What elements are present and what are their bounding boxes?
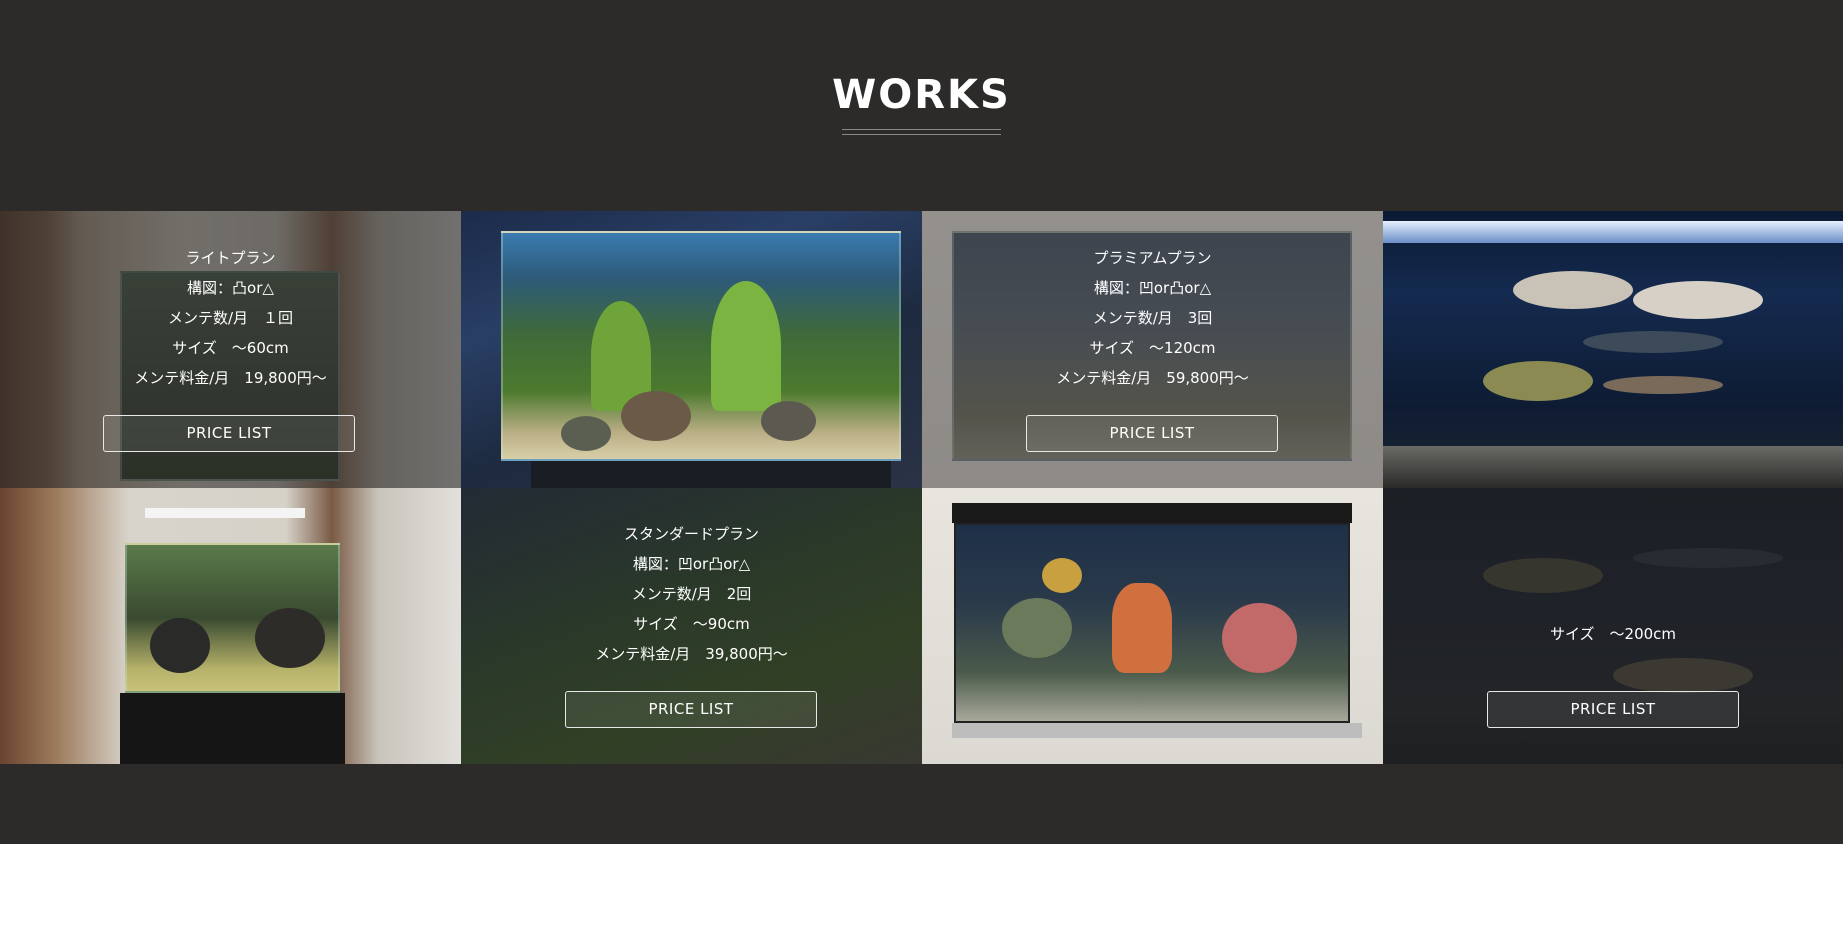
rock-image <box>761 401 816 441</box>
price-list-button[interactable]: PRICE LIST <box>565 691 817 728</box>
plan-size: サイズ 〜200cm <box>1549 625 1677 643</box>
tile-light-plan[interactable]: ライトプラン 構図：凸or△ メンテ数/月 １回 サイズ 〜60cm メンテ料金… <box>0 211 461 488</box>
tank-light <box>145 508 305 518</box>
fish-image <box>1633 281 1763 319</box>
plan-details: スタンダードプラン 構図：凹or凸or△ メンテ数/月 2回 サイズ 〜90cm… <box>461 519 922 669</box>
rock-image <box>561 416 611 451</box>
plan-visits: メンテ数/月 2回 <box>631 585 752 603</box>
plan-name: ライトプラン <box>185 249 276 267</box>
price-list-button[interactable]: PRICE LIST <box>1487 691 1739 728</box>
works-grid: ライトプラン 構図：凸or△ メンテ数/月 １回 サイズ 〜60cm メンテ料金… <box>0 211 1843 764</box>
tank-stand <box>531 461 891 488</box>
plan-price: メンテ料金/月 59,800円〜 <box>1056 369 1249 387</box>
coral-image <box>1042 558 1082 593</box>
fish-image <box>1513 271 1633 309</box>
tile-planted-tank[interactable] <box>461 211 922 488</box>
plant-image <box>711 281 781 411</box>
rock-image <box>255 608 325 668</box>
plan-name: プラミアムプラン <box>1093 249 1212 267</box>
tile-fish-tank[interactable] <box>1383 211 1843 488</box>
fish-image <box>1583 331 1723 353</box>
fish-image <box>1603 376 1723 394</box>
price-list-button[interactable]: PRICE LIST <box>1026 415 1278 452</box>
rock-image <box>150 618 210 673</box>
plan-layout: 構図：凸or△ <box>187 279 274 297</box>
tank-light <box>1383 221 1843 243</box>
plan-layout: 構図：凹or凸or△ <box>632 555 751 573</box>
plan-layout: 構図：凹or凸or△ <box>1093 279 1212 297</box>
tank-stand <box>120 693 345 764</box>
plan-size: サイズ 〜60cm <box>172 339 289 357</box>
price-list-button[interactable]: PRICE LIST <box>103 415 355 452</box>
plan-details: プラミアムプラン 構図：凹or凸or△ メンテ数/月 3回 サイズ 〜120cm… <box>922 243 1383 393</box>
plan-size: サイズ 〜90cm <box>633 615 750 633</box>
plan-price: メンテ料金/月 39,800円〜 <box>595 645 788 663</box>
coral-image <box>1112 583 1172 673</box>
title-underline <box>842 129 1001 135</box>
tank-hood <box>952 503 1352 523</box>
plan-visits: メンテ数/月 １回 <box>167 309 294 327</box>
tank-stand <box>952 723 1362 738</box>
coral-image <box>1002 598 1072 658</box>
plan-details: サイズ 〜200cm <box>1383 619 1843 649</box>
plan-name: スタンダードプラン <box>623 525 759 543</box>
plan-size: サイズ 〜120cm <box>1089 339 1216 357</box>
plan-details: ライトプラン 構図：凸or△ メンテ数/月 １回 サイズ 〜60cm メンテ料金… <box>0 243 461 393</box>
tank-gravel <box>1383 446 1843 488</box>
aquarium-image <box>501 231 901 461</box>
tile-driftwood-tank[interactable] <box>0 488 461 764</box>
tile-large-plan[interactable]: サイズ 〜200cm PRICE LIST <box>1383 488 1843 764</box>
tile-standard-plan[interactable]: スタンダードプラン 構図：凹or凸or△ メンテ数/月 2回 サイズ 〜90cm… <box>461 488 922 764</box>
works-section: WORKS ライトプラン 構図：凸or△ メンテ数/月 １回 サイズ 〜60cm… <box>0 0 1843 844</box>
tile-premium-plan[interactable]: プラミアムプラン 構図：凹or凸or△ メンテ数/月 3回 サイズ 〜120cm… <box>922 211 1383 488</box>
section-title: WORKS <box>832 72 1011 118</box>
fish-image <box>1483 361 1593 401</box>
tile-reef-tank[interactable] <box>922 488 1383 764</box>
plan-price: メンテ料金/月 19,800円〜 <box>134 369 327 387</box>
rock-image <box>621 391 691 441</box>
plan-visits: メンテ数/月 3回 <box>1092 309 1213 327</box>
coral-image <box>1222 603 1297 673</box>
